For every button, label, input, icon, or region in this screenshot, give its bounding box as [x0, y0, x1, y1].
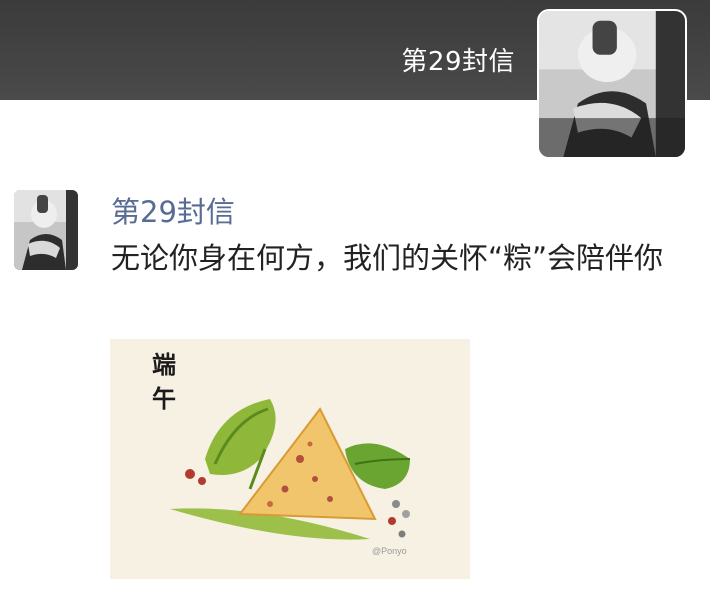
post-author-avatar[interactable] — [14, 190, 78, 270]
post-image[interactable]: 端 午 @Ponyo — [110, 339, 470, 579]
post-author-avatar-photo — [14, 190, 78, 270]
profile-avatar-photo — [539, 11, 685, 157]
post-author-name[interactable]: 第29封信 — [111, 192, 235, 232]
post-text: 无论你身在何方，我们的关怀“粽”会陪伴你 — [111, 241, 664, 275]
image-caption-line2: 午 — [152, 384, 176, 413]
profile-avatar[interactable] — [537, 9, 687, 159]
profile-name[interactable]: 第29封信 — [401, 44, 515, 80]
image-watermark: @Ponyo — [372, 546, 407, 556]
image-caption-line1: 端 — [152, 350, 176, 379]
zongzi-illustration: 端 午 @Ponyo — [110, 339, 470, 579]
